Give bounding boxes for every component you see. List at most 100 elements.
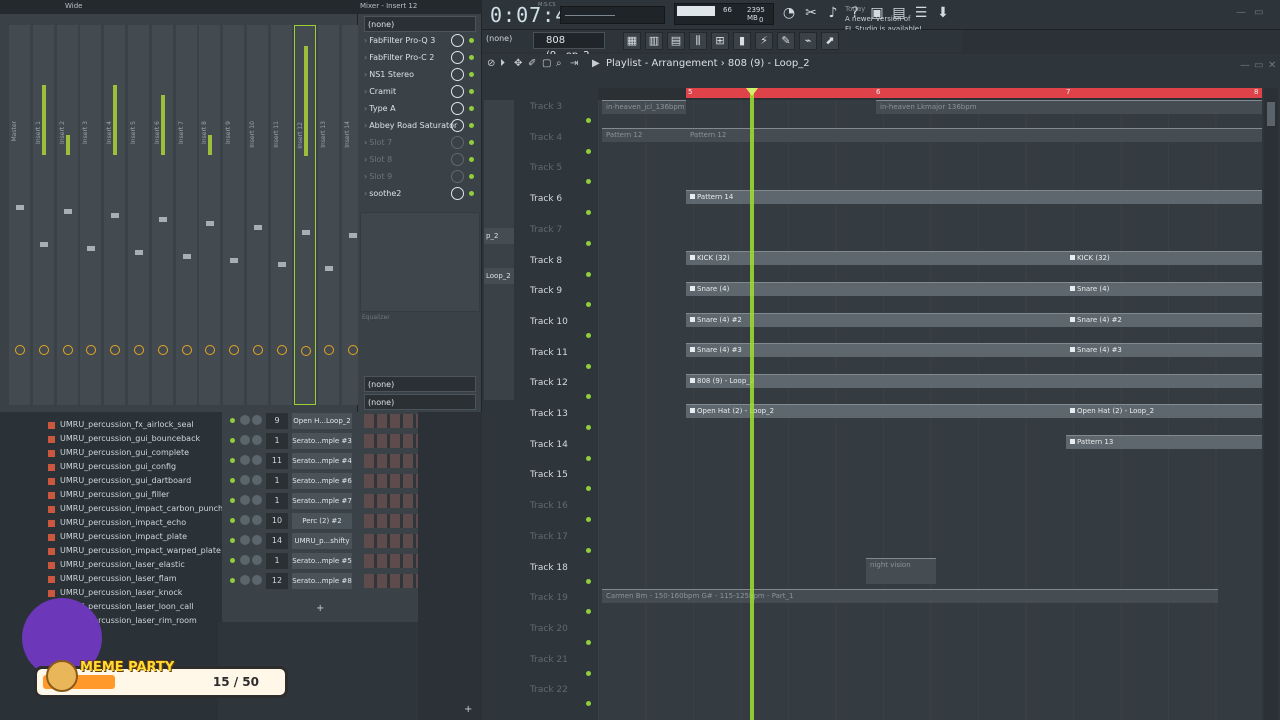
fx-slot[interactable]: (none) — [364, 16, 476, 32]
clip-pattern[interactable]: Open Hat (2) - Loop_2 — [1066, 404, 1262, 418]
clip-audio[interactable]: in-heaven_jcl_136bpm — [602, 100, 686, 114]
channel-pan-knob[interactable] — [240, 555, 250, 565]
track-header[interactable]: Track 19 — [528, 589, 598, 619]
browser-item[interactable]: UMRU_percussion_gui_config — [47, 462, 176, 471]
mixer-strip[interactable]: Insert 9 — [222, 25, 245, 405]
fx-slot[interactable]: › Slot 7 — [364, 135, 476, 151]
pan-knob[interactable] — [157, 345, 168, 355]
mix-knob[interactable] — [451, 136, 464, 149]
slot-enable-led[interactable] — [469, 140, 474, 145]
fx-slot[interactable]: › Slot 9 — [364, 169, 476, 185]
browser-item[interactable]: UMRU_percussion_laser_flam — [48, 574, 177, 583]
pattern-item[interactable]: p_2 — [484, 228, 514, 244]
channel-volume-knob[interactable] — [252, 575, 262, 585]
pan-knob[interactable] — [181, 345, 192, 355]
fx-slot[interactable]: › Type A — [364, 101, 476, 117]
track-header[interactable]: Track 15 — [528, 466, 598, 496]
channel-row[interactable]: 1 Serato...mple #3 — [228, 432, 418, 450]
clip-audio[interactable]: Carmen Bm - 150-160bpm G# - 115-125bpm -… — [602, 589, 1218, 603]
pan-knob[interactable] — [253, 345, 263, 355]
browser-item[interactable]: UMRU_percussion_gui_filler — [47, 490, 169, 499]
channel-volume-knob[interactable] — [252, 515, 262, 525]
pin-icon[interactable]: ⬈ — [821, 32, 839, 50]
channel-mixer-track[interactable]: 10 — [266, 513, 288, 529]
download-icon[interactable]: ⬇ — [934, 4, 952, 22]
track-header[interactable]: Track 14 — [528, 436, 598, 466]
channel-volume-knob[interactable] — [252, 535, 262, 545]
step-pads[interactable] — [364, 454, 418, 468]
add-channel-icon[interactable]: + — [316, 603, 324, 614]
pan-knob[interactable] — [276, 345, 287, 355]
track-led[interactable] — [586, 578, 591, 584]
channel-name-button[interactable]: Serato...mple #4 — [292, 453, 352, 469]
mixer-strip[interactable]: Insert 13 — [317, 25, 340, 405]
channel-volume-knob[interactable] — [252, 435, 262, 445]
channel-row[interactable]: 11 Serato...mple #4 — [228, 452, 418, 470]
browser-item[interactable]: UMRU_percussion_gui_bounceback — [47, 434, 200, 443]
mix-knob[interactable] — [451, 119, 464, 132]
mixer-strip[interactable]: Insert 4 — [103, 25, 126, 405]
pan-knob[interactable] — [324, 345, 335, 355]
volume-fader[interactable] — [254, 225, 262, 230]
track-led[interactable] — [586, 701, 591, 707]
playhead[interactable] — [750, 88, 754, 720]
mixer-strip[interactable]: Insert 8 — [198, 25, 221, 405]
send-slot-2[interactable]: (none) — [364, 394, 476, 410]
track-led[interactable] — [586, 486, 591, 492]
volume-fader[interactable] — [277, 262, 286, 267]
channel-rack-icon[interactable]: ▤ — [667, 32, 685, 50]
clip-pattern[interactable]: Snare (4) — [1066, 282, 1262, 296]
channel-mixer-track[interactable]: 1 — [266, 553, 288, 569]
edison-icon[interactable]: ✎ — [777, 32, 795, 50]
mix-knob[interactable] — [451, 170, 464, 183]
track-led[interactable] — [586, 148, 591, 154]
track-header[interactable]: Track 8 — [528, 252, 598, 282]
step-pads[interactable] — [364, 434, 418, 448]
mix-knob[interactable] — [451, 102, 464, 115]
track-header[interactable]: Track 6 — [528, 190, 598, 220]
channel-row[interactable]: 1 Serato...mple #6 — [228, 472, 418, 490]
browser-item[interactable]: UMRU_percussion_impact_echo — [47, 518, 186, 527]
fx-slot[interactable]: › Slot 8 — [364, 152, 476, 168]
channel-led[interactable] — [230, 438, 235, 443]
channel-volume-knob[interactable] — [252, 555, 262, 565]
track-led[interactable] — [586, 517, 591, 523]
mixer-strip[interactable]: Insert 1 — [31, 25, 54, 405]
channel-pan-knob[interactable] — [240, 415, 250, 425]
slot-enable-led[interactable] — [469, 191, 474, 196]
mixer-strip[interactable]: Insert 2 — [55, 25, 78, 405]
clip-pattern[interactable]: KICK (32) — [686, 251, 1066, 265]
fx-slot[interactable]: › NS1 Stereo — [364, 67, 476, 83]
channel-name-button[interactable]: Perc (2) #2 — [292, 513, 352, 529]
clip-pattern[interactable]: KICK (32) — [1066, 251, 1262, 265]
mic-icon[interactable]: ♪ — [824, 4, 842, 22]
playlist-icon[interactable]: ▦ — [623, 32, 641, 50]
track-led[interactable] — [586, 394, 591, 400]
step-pads[interactable] — [364, 474, 418, 488]
volume-fader[interactable] — [39, 242, 48, 247]
track-led[interactable] — [586, 271, 591, 277]
slot-enable-led[interactable] — [469, 174, 474, 179]
mix-knob[interactable] — [451, 85, 464, 98]
slot-enable-led[interactable] — [469, 157, 474, 162]
wait-icon[interactable]: ✂ — [802, 4, 820, 22]
volume-fader[interactable] — [135, 250, 143, 255]
mix-knob[interactable] — [451, 34, 464, 47]
track-led[interactable] — [586, 455, 591, 461]
track-header[interactable]: Track 17 — [528, 528, 598, 558]
playhead-marker[interactable] — [746, 88, 758, 96]
step-pads[interactable] — [364, 574, 418, 588]
send-slot-1[interactable]: (none) — [364, 376, 476, 392]
volume-fader[interactable] — [63, 209, 72, 214]
track-led[interactable] — [586, 425, 591, 430]
pan-knob[interactable] — [15, 345, 25, 355]
slot-enable-led[interactable] — [469, 72, 474, 77]
track-header[interactable]: Track 20 — [528, 620, 598, 650]
clip-pattern[interactable]: Snare (4) #3 — [1066, 343, 1262, 357]
channel-mixer-track[interactable]: 14 — [266, 533, 288, 549]
pan-knob[interactable] — [300, 346, 311, 356]
channel-led[interactable] — [230, 558, 235, 563]
track-led[interactable] — [586, 210, 591, 216]
step-pads[interactable] — [364, 554, 418, 568]
pan-knob[interactable] — [86, 345, 97, 355]
